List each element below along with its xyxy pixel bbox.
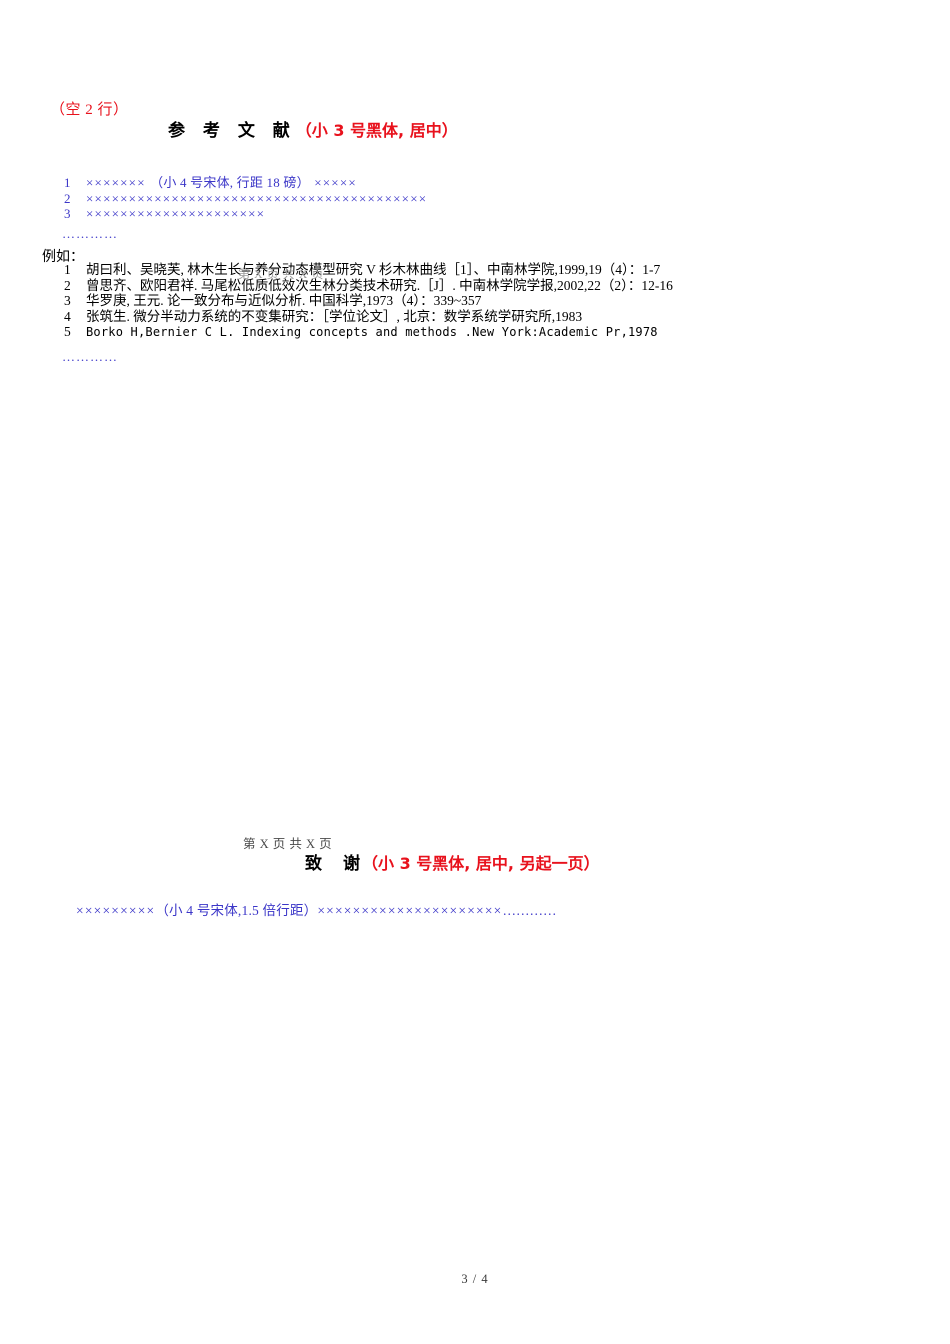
- example-text: 曾思齐、欧阳君祥. 马尾松低质低效次生林分类技术研究.［J］. 中南林学院学报,…: [86, 277, 673, 293]
- thanks-x-suffix: ×××××××××××××××××××××: [317, 903, 503, 918]
- page-number-footer: 3 / 4: [461, 1272, 489, 1286]
- references-heading-annotation: （小 3 号黑体, 居中）: [295, 121, 458, 140]
- thanks-heading: 致 谢（小 3 号黑体, 居中, 另起一页）: [305, 849, 600, 874]
- example-number: 3: [64, 293, 71, 309]
- references-heading: 参 考 文 献（小 3 号黑体, 居中）: [168, 121, 458, 141]
- example-reference-list: 1 胡曰利、吴晓芙, 林木生长与养分动态模型研究 V 杉木林曲线［1］、中南林学院…: [64, 262, 673, 341]
- example-text: Borko H,Bernier C L. Indexing concepts a…: [86, 325, 658, 340]
- placeholder-x-prefix: ×××××××××××××××××××××: [86, 206, 266, 221]
- references-heading-title: 参 考 文 献: [168, 121, 296, 141]
- example-text: 张筑生. 微分半动力系统的不变集研究：［学位论文］, 北京：数学系统学研究所,1…: [86, 308, 583, 324]
- thanks-body-placeholder: ×××××××××（小 4 号宋体,1.5 倍行距）××××××××××××××…: [76, 903, 556, 919]
- list-item: 1 ××××××× （小 4 号宋体, 行距 18 磅） ×××××: [64, 175, 427, 191]
- placeholder-x-suffix: ×××××: [309, 175, 357, 190]
- empty-lines-note: （空 2 行）: [50, 102, 129, 118]
- list-item: 5 Borko H,Bernier C L. Indexing concepts …: [64, 324, 673, 341]
- example-number: 1: [64, 262, 71, 277]
- example-text: 胡曰利、吴晓芙, 林木生长与养分动态模型研究 V 杉木林曲线［1］、中南林学院,…: [86, 262, 661, 277]
- example-text: 华罗庚, 王元. 论一致分布与近似分析. 中国科学,1973（4）：339~35…: [86, 293, 482, 309]
- example-ellipsis: …………: [62, 349, 118, 364]
- placeholder-number: 1: [64, 175, 71, 190]
- list-item: 2 ×××××××××××××××××××××××××××××××××××××××…: [64, 191, 427, 207]
- list-item: 3 华罗庚, 王元. 论一致分布与近似分析. 中国科学,1973（4）：339~3…: [64, 293, 673, 309]
- example-number: 4: [64, 308, 71, 324]
- list-item: 1 胡曰利、吴晓芙, 林木生长与养分动态模型研究 V 杉木林曲线［1］、中南林学院…: [64, 262, 673, 278]
- document-page: （空 2 行） 参 考 文 献（小 3 号黑体, 居中） 1 ××××××× （小…: [0, 0, 950, 1344]
- placeholder-number: 3: [64, 206, 71, 221]
- thanks-x-prefix: ×××××××××: [76, 903, 156, 918]
- placeholder-ellipsis: …………: [62, 226, 118, 241]
- example-number: 5: [64, 324, 71, 340]
- list-item: 4 张筑生. 微分半动力系统的不变集研究：［学位论文］, 北京：数学系统学研究所,…: [64, 309, 673, 325]
- example-number: 2: [64, 277, 71, 293]
- list-item: 2 曾思齐、欧阳君祥. 马尾松低质低效次生林分类技术研究.［J］. 中南林学院学报…: [64, 278, 673, 294]
- thanks-heading-annotation: （小 3 号黑体, 居中, 另起一页）: [362, 854, 600, 873]
- thanks-ellipsis: …………: [502, 903, 557, 918]
- thanks-annotation: （小 4 号宋体,1.5 倍行距）: [155, 903, 318, 918]
- placeholder-x-prefix: ××××××××××××××××××××××××××××××××××××××××: [86, 190, 428, 206]
- reference-placeholder-list: 1 ××××××× （小 4 号宋体, 行距 18 磅） ××××× 2 ×××××…: [64, 175, 427, 222]
- page-marker-artifact: 第 X 页 共 X 页: [238, 267, 324, 281]
- list-item: 3 ×××××××××××××××××××××: [64, 206, 427, 222]
- placeholder-number: 2: [64, 190, 71, 206]
- placeholder-annotation: （小 4 号宋体, 行距 18 磅）: [150, 175, 310, 190]
- placeholder-x-prefix: ×××××××: [86, 175, 151, 190]
- thanks-heading-title: 致 谢: [305, 854, 362, 874]
